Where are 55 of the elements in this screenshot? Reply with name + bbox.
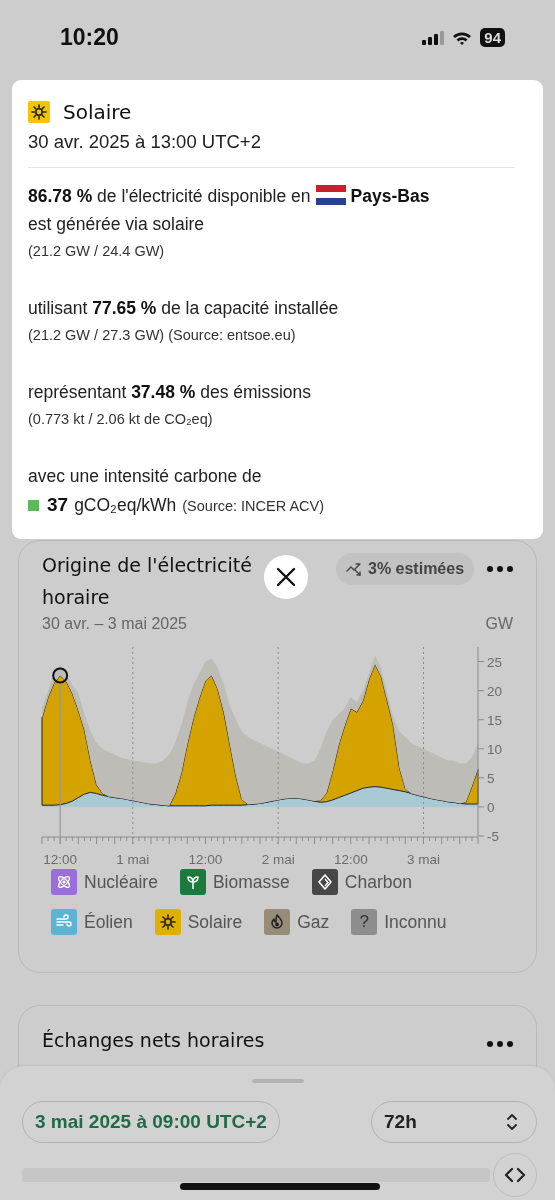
axis-label: 3 mai (407, 852, 440, 867)
axis-label: 12:00 (333, 852, 368, 867)
detail-text: (0.773 kt / 2.06 kt de CO₂eq) (28, 410, 214, 429)
share-text: 86.78 % de l'électricité disponible en (28, 186, 311, 206)
intensity-value: 37 (47, 493, 69, 517)
wifi-icon (452, 30, 473, 45)
axis-label: 5 (487, 770, 495, 786)
axis-label: 12:00 (188, 852, 223, 867)
axis-label: 0 (487, 799, 495, 815)
code-icon (504, 1167, 526, 1183)
close-icon (276, 567, 296, 587)
card-title: Origine de l'électricité horaire (42, 554, 252, 608)
more-icon[interactable] (486, 1040, 514, 1048)
battery-indicator: 94 (480, 28, 505, 47)
capacity-text: utilisant 77.65 % de la capacité installée (28, 297, 340, 320)
legend-label: Inconnu (384, 911, 447, 933)
share-text: est générée via solaire (28, 213, 206, 236)
intensity-unit: gCO₂eq/kWh (74, 494, 177, 517)
data-point-marker (52, 667, 69, 684)
signal-icon (422, 30, 445, 45)
chevron-up-down-icon (506, 1113, 518, 1131)
axis-label: 10 (487, 741, 503, 757)
legend-label: Charbon (344, 871, 412, 893)
more-icon[interactable] (486, 565, 514, 573)
axis-label: 2 mai (261, 852, 295, 867)
detail-text: (21.2 GW / 24.4 GW) (28, 242, 166, 261)
axis-label: 1 mai (116, 852, 150, 867)
sun-icon (28, 101, 50, 123)
source-text: (Source: entsoe.eu) (168, 327, 296, 343)
legend-label: Gaz (297, 911, 330, 933)
clock-time: 10:20 (60, 24, 119, 51)
legend-label: Biomasse (212, 871, 290, 893)
country-name: Pays-Bas (350, 186, 430, 206)
legend-label: Solaire (187, 911, 243, 933)
card-title: Échanges nets horaires (42, 1029, 265, 1051)
axis-label: 25 (487, 654, 503, 670)
axis-label: 12:00 (43, 852, 78, 867)
legend-label: Nucléaire (84, 871, 158, 893)
detail-text: (21.2 GW / 27.3 GW) (28, 327, 165, 343)
emissions-text: représentant 37.48 % des émissions (28, 381, 313, 404)
flag-icon (315, 185, 346, 205)
tooltip-title: Solaire (63, 100, 132, 124)
axis-unit: GW (485, 615, 513, 633)
axis-label: 15 (487, 712, 503, 728)
axis-label: 20 (487, 683, 503, 699)
question-icon: ? (351, 909, 378, 935)
trend-icon (346, 562, 362, 576)
axis-label: -5 (487, 829, 499, 844)
legend-label: Éolien (84, 911, 133, 933)
date-range: 30 avr. – 3 mai 2025 (42, 615, 187, 633)
close-button[interactable] (264, 555, 308, 599)
intensity-text: avec une intensité carbone de (28, 465, 263, 488)
tooltip-date: 30 avr. 2025 à 13:00 UTC+2 (28, 131, 262, 153)
source-text: (Source: INCER ACV) (182, 497, 325, 516)
estimate-badge[interactable]: 3% estimées (336, 553, 475, 585)
